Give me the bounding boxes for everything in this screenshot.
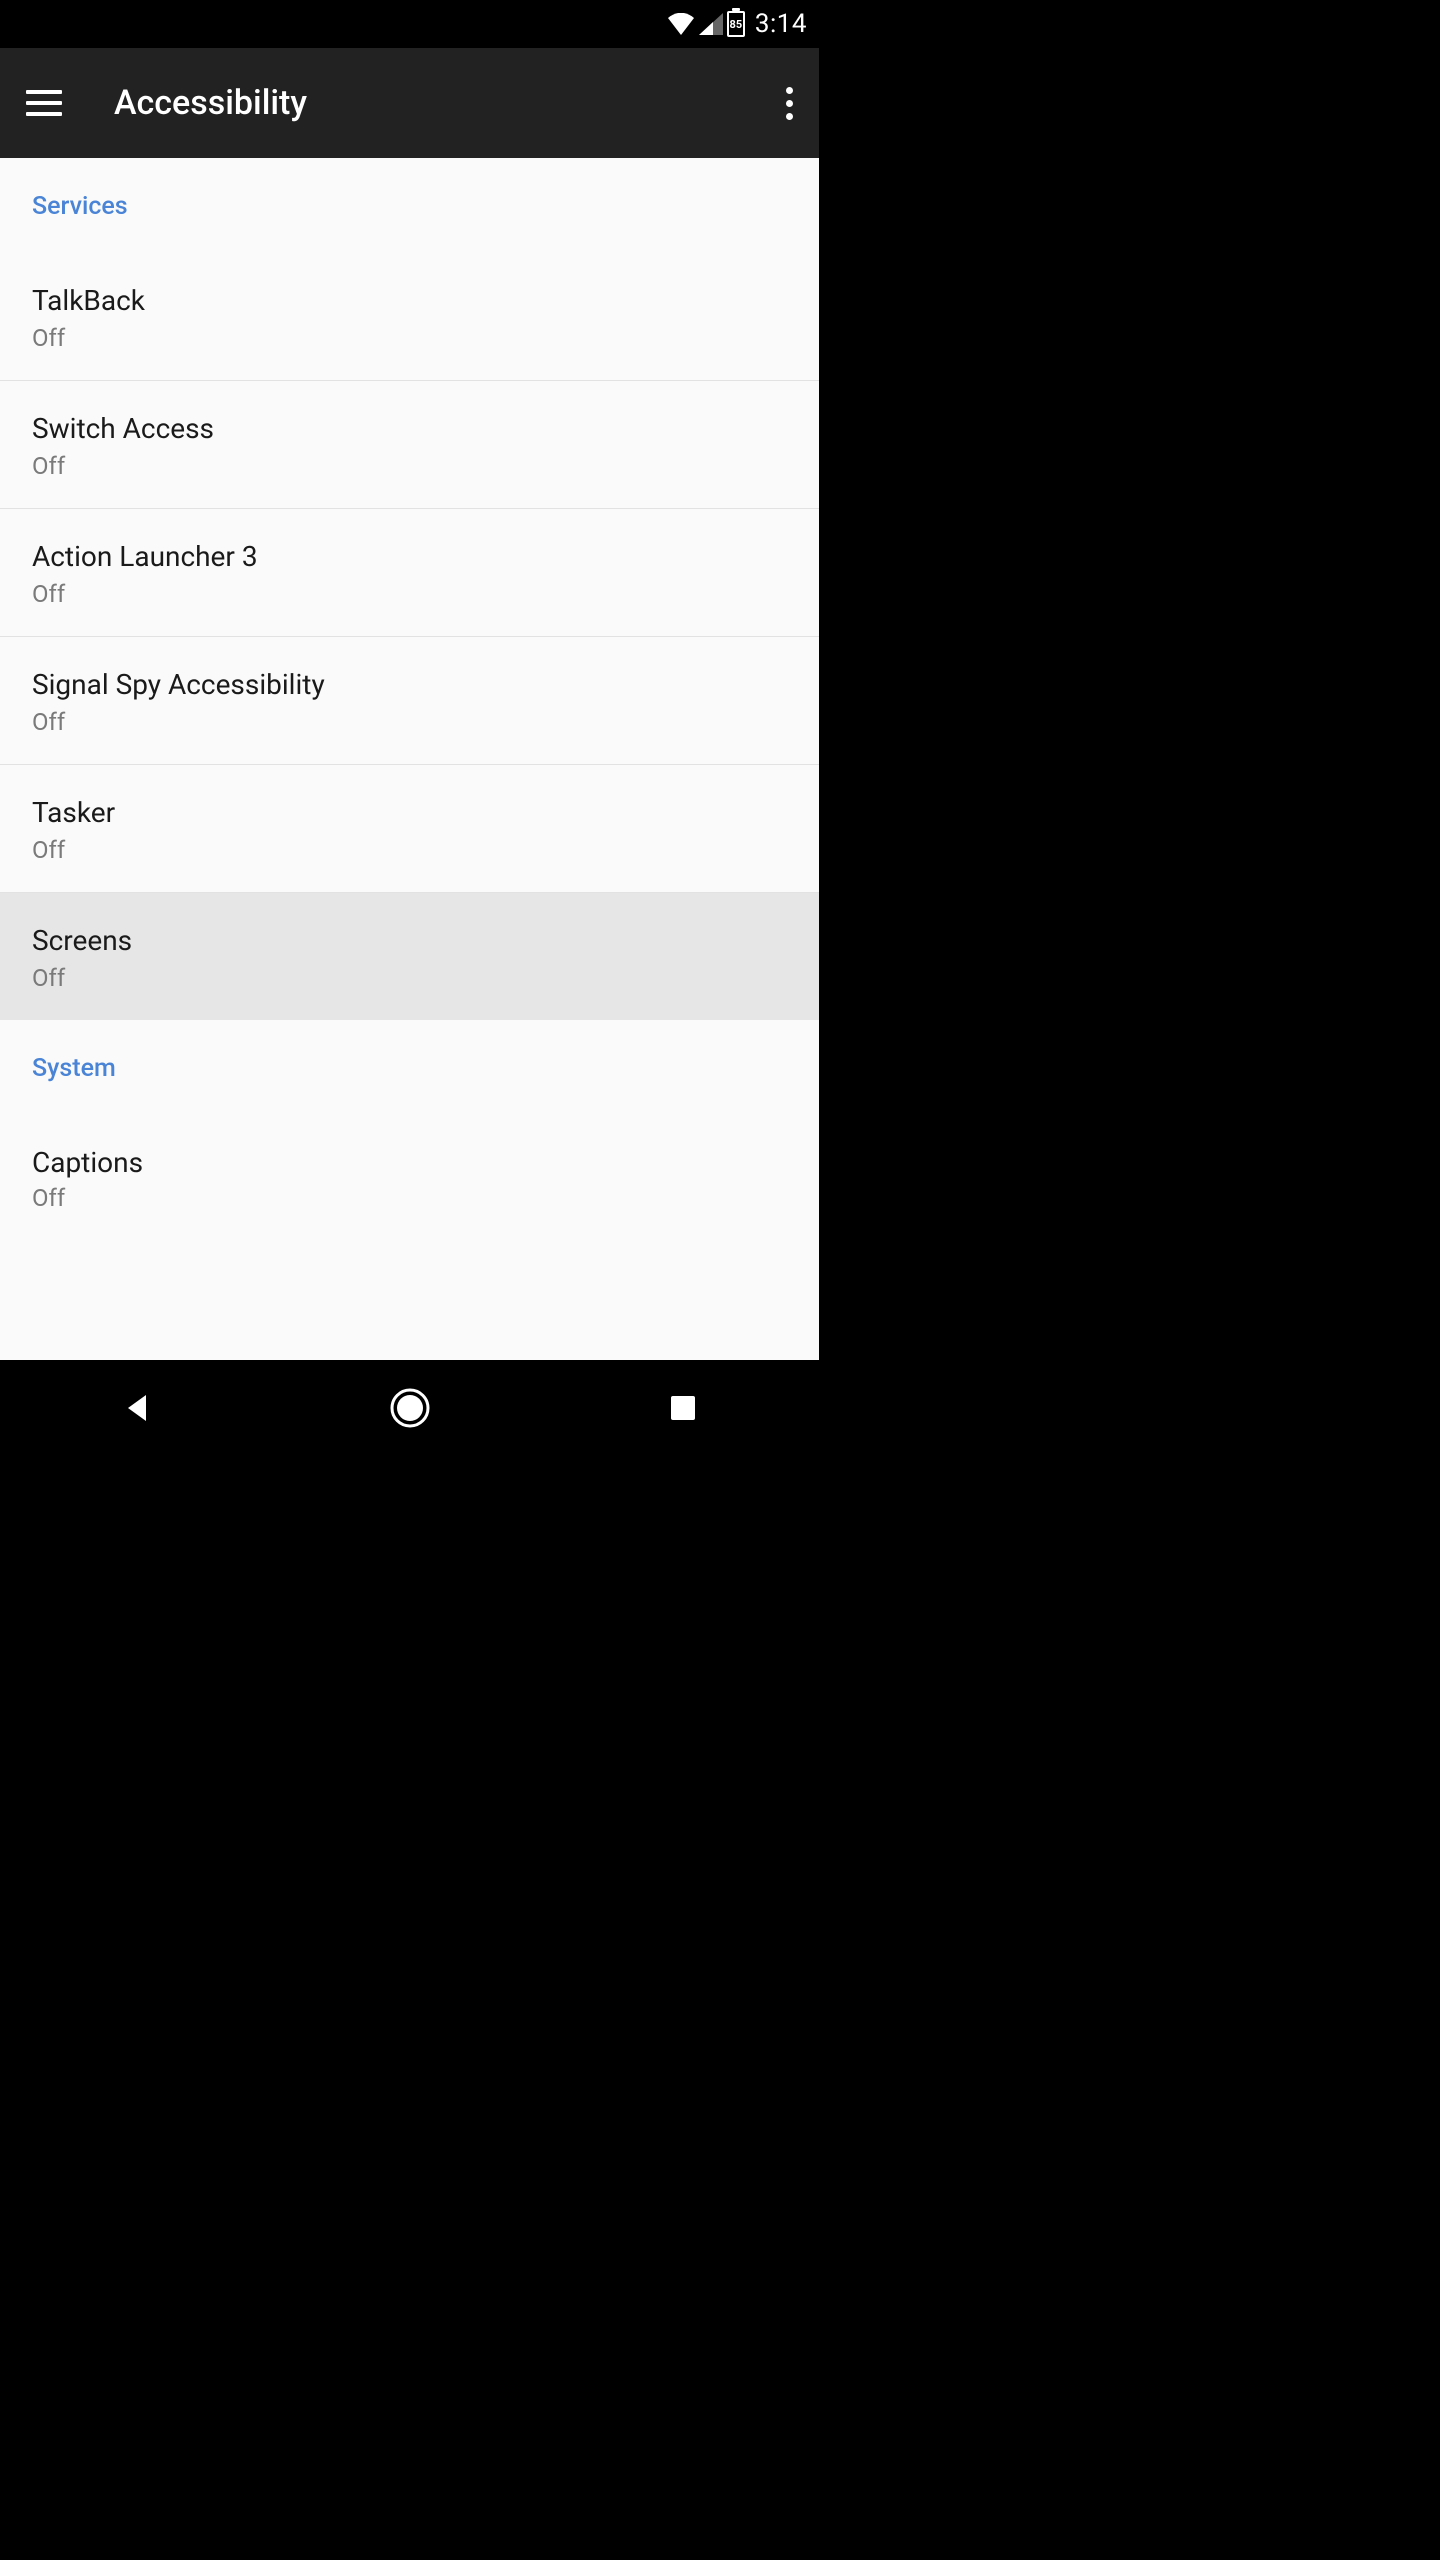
overflow-menu-icon[interactable] <box>771 87 807 120</box>
status-bar: 85 3:14 <box>0 0 819 48</box>
list-item-title: Action Launcher 3 <box>32 539 787 574</box>
page-title: Accessibility <box>114 83 771 123</box>
service-item-action-launcher-3[interactable]: Action Launcher 3 Off <box>0 509 819 637</box>
list-item-subtitle: Off <box>32 324 787 352</box>
list-item-title: Captions <box>32 1145 787 1180</box>
list-item-subtitle: Off <box>32 452 787 480</box>
list-item-title: Tasker <box>32 795 787 830</box>
list-item-subtitle: Off <box>32 1184 787 1212</box>
app-bar: Accessibility <box>0 48 819 158</box>
status-time: 3:14 <box>755 9 807 39</box>
list-item-subtitle: Off <box>32 580 787 608</box>
service-item-screens[interactable]: Screens Off <box>0 893 819 1020</box>
navigation-bar <box>0 1360 819 1456</box>
cellular-signal-icon <box>699 13 723 35</box>
wifi-icon <box>667 13 695 35</box>
service-item-tasker[interactable]: Tasker Off <box>0 765 819 893</box>
service-item-talkback[interactable]: TalkBack Off <box>0 253 819 381</box>
list-item-title: Switch Access <box>32 411 787 446</box>
hamburger-menu-icon[interactable] <box>26 90 70 116</box>
battery-icon: 85 <box>727 11 745 37</box>
section-header-system: System <box>0 1020 819 1115</box>
service-item-signal-spy-accessibility[interactable]: Signal Spy Accessibility Off <box>0 637 819 765</box>
settings-content: Services TalkBack Off Switch Access Off … <box>0 158 819 1360</box>
section-header-services: Services <box>0 158 819 253</box>
list-item-title: Signal Spy Accessibility <box>32 667 787 702</box>
battery-percent: 85 <box>730 19 743 30</box>
list-item-subtitle: Off <box>32 836 787 864</box>
list-item-subtitle: Off <box>32 964 787 992</box>
system-item-captions[interactable]: Captions Off <box>0 1115 819 1220</box>
nav-recent-button[interactable] <box>647 1372 719 1444</box>
nav-home-button[interactable] <box>374 1372 446 1444</box>
list-item-title: TalkBack <box>32 283 787 318</box>
list-item-title: Screens <box>32 923 787 958</box>
list-item-subtitle: Off <box>32 708 787 736</box>
nav-back-button[interactable] <box>101 1372 173 1444</box>
service-item-switch-access[interactable]: Switch Access Off <box>0 381 819 509</box>
